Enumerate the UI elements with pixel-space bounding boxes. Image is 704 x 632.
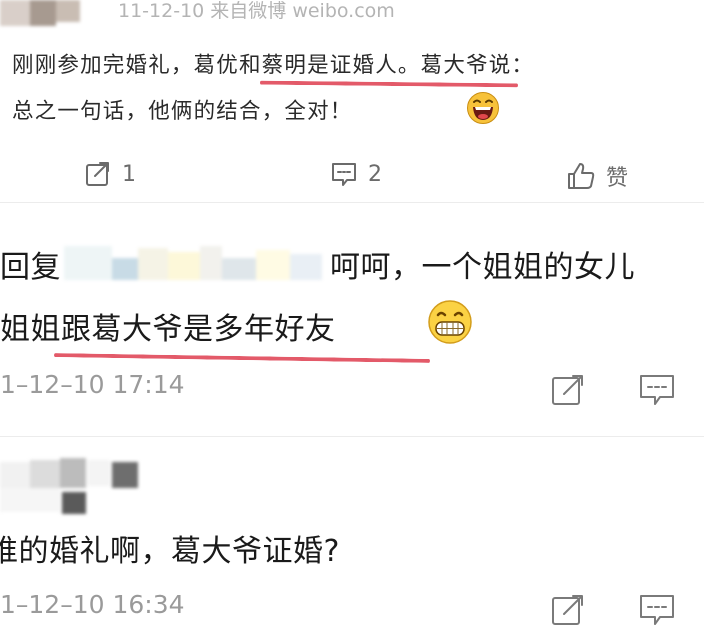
comment-count: 2: [368, 161, 382, 187]
comment-1-text-2a: 姐姐: [0, 312, 61, 347]
highlight-underline: [259, 80, 519, 88]
thumbs-up-icon: [568, 163, 595, 189]
like-button[interactable]: 赞: [566, 160, 628, 192]
reply-prefix: 回复: [0, 250, 61, 285]
post-text-line-2: 总之一句话，他俩的结合，全对！: [12, 94, 353, 125]
post-text-1c: 。葛大爷说：: [397, 53, 535, 78]
post-text-1b-highlight: 葛优和蔡明是证婚人: [193, 53, 398, 78]
comment-button[interactable]: 2: [330, 160, 382, 188]
like-label: 赞: [606, 166, 629, 191]
comment-icon: [332, 163, 356, 186]
comment-1-share-button[interactable]: [550, 372, 586, 412]
post-text-line-1: 刚刚参加完婚礼，葛优和蔡明是证婚人。葛大爷说：: [12, 48, 534, 79]
comment-2-timestamp: 1–12–10 16:34: [0, 590, 185, 619]
comment-1-line-2: 姐姐跟葛大爷是多年好友: [0, 304, 336, 348]
grin-emoji-icon: [426, 298, 474, 346]
comment-2-share-button[interactable]: [550, 592, 586, 632]
share-icon: [552, 595, 583, 625]
comment-1-line-1: 回复: [0, 242, 61, 286]
comment-2-text: 谁的婚礼啊，葛大爷证婚?: [0, 526, 340, 570]
divider: [0, 436, 704, 437]
comment-1-text-2b: 跟葛大爷是多年好友: [61, 312, 336, 347]
comment-1-reply-button[interactable]: [638, 372, 676, 412]
comment-1-line-1-rest: 呵呵，一个姐姐的女儿: [330, 242, 635, 286]
post-text-1a: 刚刚参加完婚礼，: [12, 53, 194, 78]
comment-1-timestamp: 1–12–10 17:14: [0, 370, 185, 399]
share-icon: [552, 375, 583, 405]
post-meta: 11-12-10 来自微博 weibo.com: [118, 0, 395, 22]
blurred-username[interactable]: [64, 238, 328, 286]
divider: [0, 202, 704, 203]
blurred-avatar[interactable]: [0, 458, 140, 518]
post-text-2: 总之一句话，他俩的结合，全对！: [12, 99, 353, 124]
blurred-avatar[interactable]: [0, 0, 80, 28]
highlight-underline: [53, 353, 431, 363]
share-count: 1: [122, 161, 136, 187]
comment-icon: [640, 375, 674, 405]
comment-1-text-1: 呵呵，一个姐姐的女儿: [330, 250, 635, 285]
comment-2-body: 谁的婚礼啊，葛大爷证婚?: [0, 534, 340, 569]
laugh-emoji-icon: [466, 91, 500, 125]
comment-2-reply-button[interactable]: [638, 592, 676, 632]
share-button[interactable]: 1: [84, 160, 136, 188]
comment-icon: [640, 595, 674, 625]
share-icon: [86, 162, 109, 186]
